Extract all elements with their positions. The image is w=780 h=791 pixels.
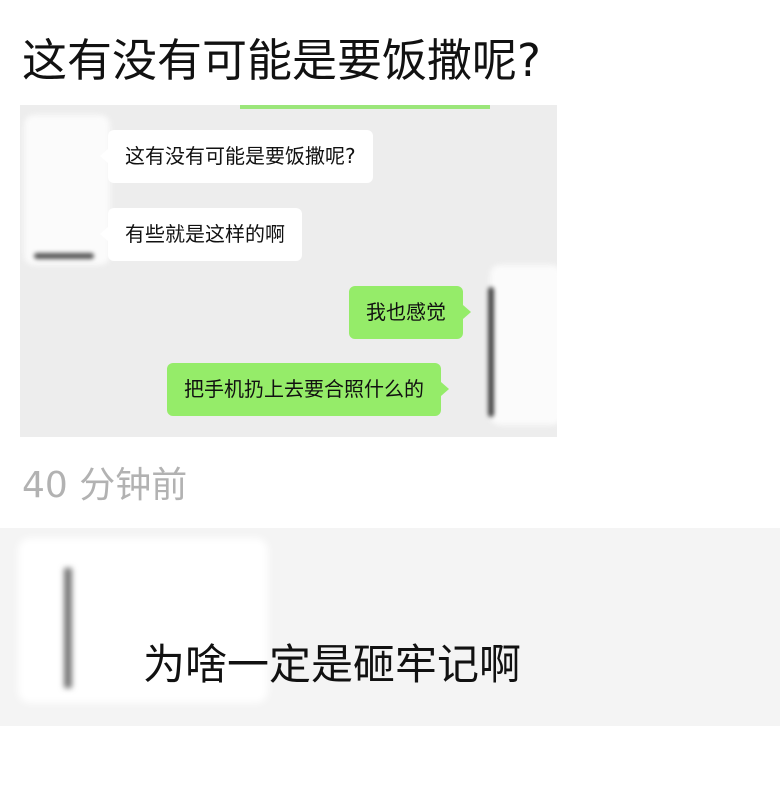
post-timestamp: 40 分钟前 (22, 465, 188, 506)
comment-item[interactable]: 为啥一定是砸牢记啊 (0, 528, 780, 726)
top-strip (240, 105, 490, 109)
message-bubble-incoming: 有些就是这样的啊 (100, 208, 302, 261)
chat-screenshot-image[interactable]: 这有没有可能是要饭撒呢? 有些就是这样的啊 我也感觉 把手机扔上去要合照什么的 (20, 105, 557, 437)
commenter-avatar-detail (64, 568, 72, 688)
blurred-avatar-left (24, 115, 110, 265)
post-title: 这有没有可能是要饭撒呢? (22, 34, 541, 87)
blurred-avatar-left-detail (34, 253, 94, 259)
comment-text: 为啥一定是砸牢记啊 (143, 640, 522, 689)
message-bubble-outgoing: 我也感觉 (349, 286, 471, 339)
blurred-avatar-right (490, 265, 557, 425)
blurred-avatar-right-detail (488, 287, 494, 417)
message-bubble-incoming: 这有没有可能是要饭撒呢? (100, 130, 373, 183)
message-bubble-outgoing: 把手机扔上去要合照什么的 (167, 363, 449, 416)
